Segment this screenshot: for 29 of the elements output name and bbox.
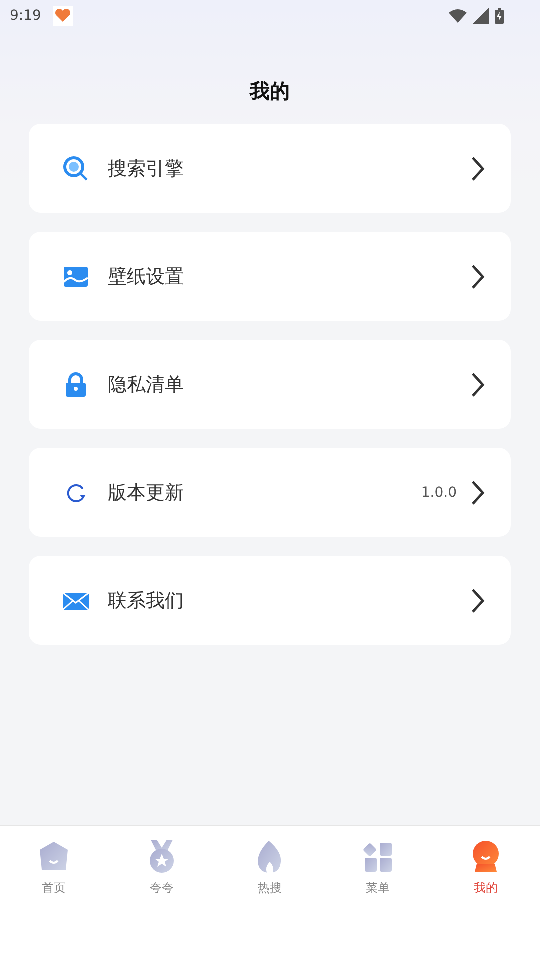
menu-item[interactable]: 联系我们 <box>29 556 511 645</box>
chevron-icon <box>471 480 485 506</box>
chevron-icon <box>471 588 485 614</box>
nav-tab[interactable]: 热搜 <box>216 840 324 897</box>
menu-label: 隐私清单 <box>108 372 185 398</box>
menu-label: 版本更新 <box>108 480 185 506</box>
menu-item[interactable]: 壁纸设置 <box>29 232 511 321</box>
nav-tab[interactable]: 夸夸 <box>108 840 216 897</box>
page-title: 我的 <box>248 78 291 105</box>
wifi-icon <box>449 9 467 23</box>
nav-tab[interactable]: 首页 <box>0 840 108 897</box>
menu-item[interactable]: 版本更新 1.0.0 <box>29 448 511 537</box>
chevron-icon <box>471 372 485 398</box>
version-number: 1.0.0 <box>421 484 457 500</box>
grid-icon <box>362 840 394 874</box>
menu-label: 搜索引擎 <box>108 156 185 182</box>
menu-label: 壁纸设置 <box>108 264 185 290</box>
nav-tab[interactable]: 我的 <box>432 840 540 897</box>
chevron-icon <box>471 264 485 290</box>
status-time: 9:19 <box>10 8 42 24</box>
menu-label: 联系我们 <box>108 588 185 614</box>
nav-tab[interactable]: 菜单 <box>324 840 432 897</box>
profile-icon <box>470 840 502 874</box>
search-icon <box>62 154 90 182</box>
signal-icon <box>473 8 489 24</box>
menu-item[interactable]: 搜索引擎 <box>29 124 511 213</box>
battery-icon <box>495 8 504 24</box>
chevron-icon <box>471 156 485 182</box>
menu-item[interactable]: 隐私清单 <box>29 340 511 429</box>
